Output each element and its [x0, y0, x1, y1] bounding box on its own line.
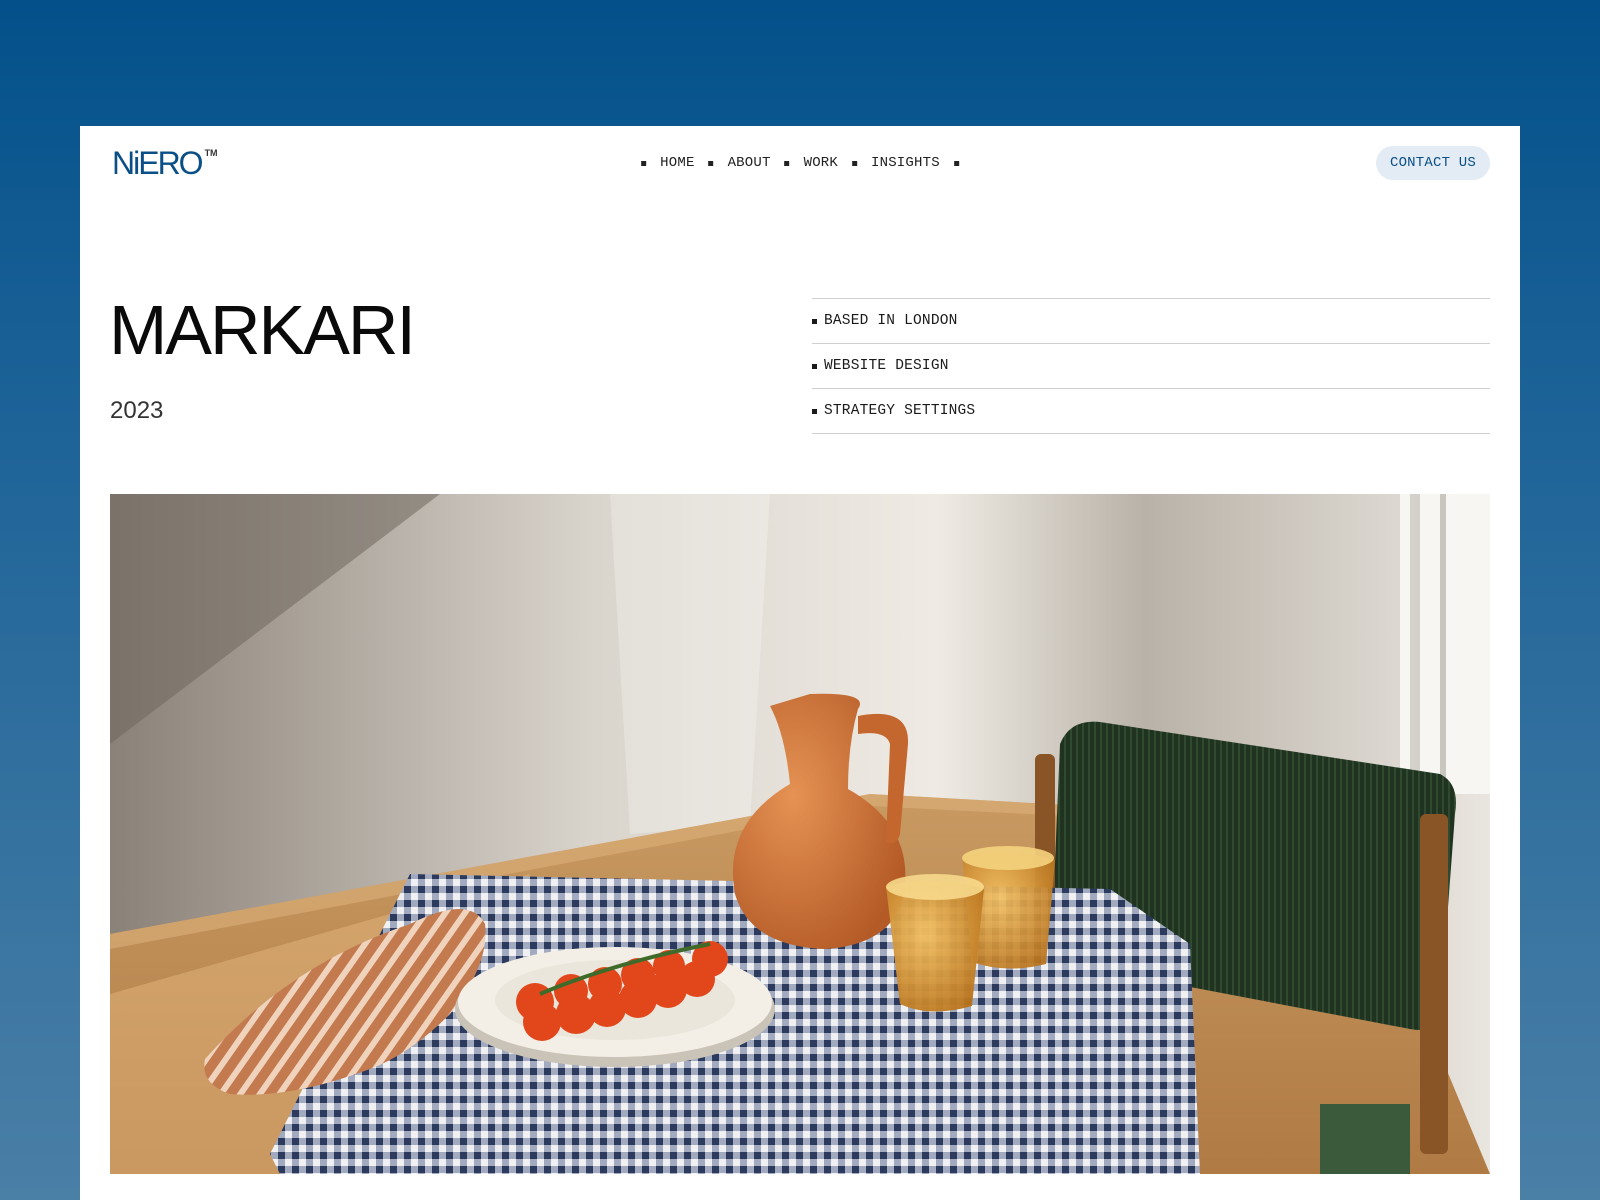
tag-row: STRATEGY SETTINGS [812, 389, 1490, 434]
nav-bullet-icon [641, 160, 647, 166]
trademark-mark: TM [204, 148, 218, 158]
tag-row: BASED IN LONDON [812, 299, 1490, 344]
tag-label: WEBSITE DESIGN [824, 358, 949, 374]
nav-bullet-icon [708, 160, 714, 166]
logo[interactable]: NiERO TM [112, 146, 218, 180]
nav-bullet-icon [953, 160, 959, 166]
contact-us-button[interactable]: CONTACT US [1375, 146, 1490, 180]
logo-text: NiERO [112, 145, 204, 181]
nav-bullet-icon [852, 160, 858, 166]
project-title: MARKARI [109, 291, 416, 369]
table-scene-illustration [110, 494, 1490, 1174]
tag-label: BASED IN LONDON [824, 313, 958, 329]
nav-bullet-icon [784, 160, 790, 166]
site-header: NiERO TM HOME ABOUT WORK INSIGHTS CONTAC… [110, 146, 1490, 180]
tag-bullet-icon [812, 363, 817, 369]
nav-item-insights[interactable]: INSIGHTS [871, 155, 940, 171]
nav-item-work[interactable]: WORK [804, 155, 838, 171]
page-card: NiERO TM HOME ABOUT WORK INSIGHTS CONTAC… [80, 126, 1520, 1200]
tag-bullet-icon [812, 318, 817, 324]
tag-label: STRATEGY SETTINGS [824, 403, 976, 419]
project-year: 2023 [110, 397, 164, 424]
hero-photo [110, 494, 1490, 1174]
project-tags: BASED IN LONDON WEBSITE DESIGN STRATEGY … [812, 298, 1490, 434]
tag-bullet-icon [812, 408, 817, 414]
nav-item-about[interactable]: ABOUT [728, 155, 771, 171]
tag-row: WEBSITE DESIGN [812, 344, 1490, 389]
main-nav: HOME ABOUT WORK INSIGHTS [627, 146, 973, 180]
nav-item-home[interactable]: HOME [660, 155, 694, 171]
